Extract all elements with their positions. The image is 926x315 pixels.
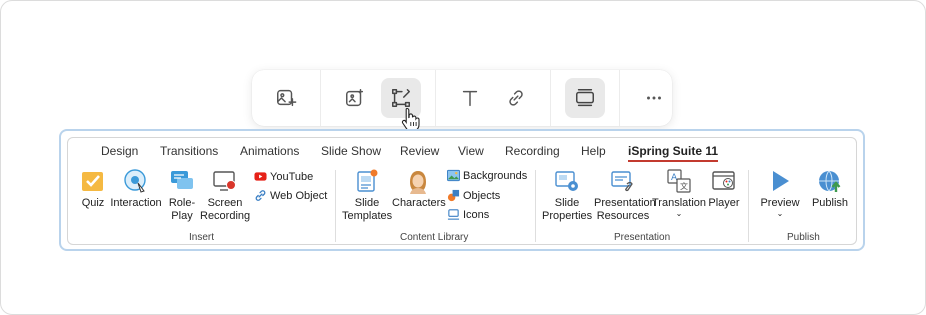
presentation-resources-label-2: Resources: [596, 210, 650, 222]
objects-icon: [447, 189, 460, 202]
role-play-button[interactable]: Role- Play: [166, 168, 198, 223]
tab-transitions[interactable]: Transitions: [160, 144, 218, 158]
icons-button[interactable]: Icons: [447, 208, 489, 221]
preview-play-icon: [773, 171, 789, 191]
slide-properties-label-1: Slide: [554, 197, 580, 209]
backgrounds-label: Backgrounds: [463, 169, 528, 182]
icons-icon: [447, 209, 460, 220]
slide-templates-button[interactable]: Slide Templates: [342, 168, 392, 223]
chevron-down-icon: ⌄: [776, 209, 784, 218]
toolbar-group-more: [620, 70, 688, 126]
tab-help[interactable]: Help: [581, 144, 606, 158]
screen-recording-label-2: Recording: [200, 210, 251, 222]
group-separator: [535, 170, 536, 242]
presentation-resources-label-1: Presentation: [594, 197, 656, 209]
player-label: Player: [708, 197, 740, 209]
publish-label: Publish: [811, 197, 849, 209]
role-play-label-1: Role-: [168, 197, 196, 209]
tab-animations[interactable]: Animations: [240, 144, 299, 158]
quiz-label: Quiz: [81, 197, 105, 209]
add-image-icon: [277, 89, 297, 107]
web-object-icon: [255, 190, 266, 201]
toolbar-group-layout: [551, 70, 620, 126]
characters-button[interactable]: Characters: [392, 168, 446, 210]
backgrounds-icon: [447, 169, 460, 182]
role-play-label-2: Play: [171, 210, 193, 222]
tab-slide-show[interactable]: Slide Show: [321, 144, 381, 158]
interaction-label: Interaction: [110, 197, 162, 209]
screen-recording-label-1: Screen: [207, 197, 243, 209]
objects-label: Objects: [463, 189, 501, 202]
slide-properties-button[interactable]: Slide Properties: [542, 168, 592, 223]
youtube-label: YouTube: [270, 170, 314, 183]
add-image-button[interactable]: [266, 78, 306, 118]
text-icon: [462, 90, 478, 107]
floating-toolbar: [252, 70, 672, 126]
translation-icon: A文: [667, 169, 691, 193]
toolbar-group-text: [436, 70, 551, 126]
icons-label: Icons: [463, 208, 490, 221]
interaction-button[interactable]: Interaction: [110, 168, 162, 210]
layout-icon: [576, 89, 594, 107]
youtube-icon: [254, 172, 267, 181]
quiz-icon: [82, 172, 103, 191]
slide-templates-label-2: Templates: [342, 210, 393, 222]
publish-globe-icon: [819, 170, 841, 192]
link-icon: [509, 90, 523, 106]
characters-label: Characters: [392, 197, 446, 209]
slide-templates-icon: [357, 169, 378, 192]
group-label-presentation: Presentation: [614, 232, 671, 243]
group-label-publish: Publish: [787, 232, 820, 243]
characters-icon: [410, 171, 426, 194]
slide-templates-label-1: Slide: [354, 197, 380, 209]
tab-design[interactable]: Design: [101, 144, 138, 158]
interaction-icon: [124, 169, 146, 193]
screen-recording-icon: [213, 171, 236, 191]
screen-recording-button[interactable]: Screen Recording: [200, 168, 250, 223]
web-object-label: Web Object: [270, 189, 328, 202]
slide-properties-icon: [555, 171, 578, 191]
player-button[interactable]: Player: [706, 168, 742, 210]
group-label-content-library: Content Library: [400, 232, 469, 243]
translation-button[interactable]: A文 Translation ⌄: [652, 168, 706, 218]
more-button[interactable]: [634, 78, 674, 118]
ribbon-highlight: Design Transitions Animations Slide Show…: [59, 129, 865, 251]
preview-button[interactable]: Preview ⌄: [758, 168, 802, 218]
youtube-button[interactable]: YouTube: [254, 170, 313, 183]
objects-button[interactable]: Objects: [447, 189, 500, 202]
tab-ispring-suite[interactable]: iSpring Suite 11: [628, 144, 719, 162]
quiz-button[interactable]: Quiz: [78, 168, 108, 210]
ribbon-tabs: Design Transitions Animations Slide Show…: [68, 144, 856, 164]
tab-review[interactable]: Review: [400, 144, 439, 158]
svg-text:文: 文: [680, 181, 688, 191]
role-play-icon: [171, 171, 193, 189]
toolbar-group-image: [252, 70, 321, 126]
presentation-resources-button[interactable]: Presentation Resources: [594, 168, 656, 223]
link-button[interactable]: [496, 78, 536, 118]
chevron-down-icon: ⌄: [675, 209, 683, 218]
group-separator: [335, 170, 336, 242]
image-ai-icon: [346, 89, 364, 107]
ribbon: Design Transitions Animations Slide Show…: [67, 137, 857, 245]
backgrounds-button[interactable]: Backgrounds: [447, 169, 527, 182]
slide-properties-label-2: Properties: [542, 210, 593, 222]
web-object-button[interactable]: Web Object: [254, 189, 327, 202]
group-separator: [748, 170, 749, 242]
presentation-resources-icon: [611, 171, 633, 192]
text-button[interactable]: [450, 78, 490, 118]
player-icon: [712, 171, 735, 190]
tab-view[interactable]: View: [458, 144, 484, 158]
group-label-insert: Insert: [189, 232, 215, 243]
tab-recording[interactable]: Recording: [505, 144, 560, 158]
publish-button[interactable]: Publish: [808, 168, 852, 210]
more-icon: [647, 96, 661, 100]
image-ai-button[interactable]: [335, 78, 375, 118]
layout-button[interactable]: [565, 78, 605, 118]
